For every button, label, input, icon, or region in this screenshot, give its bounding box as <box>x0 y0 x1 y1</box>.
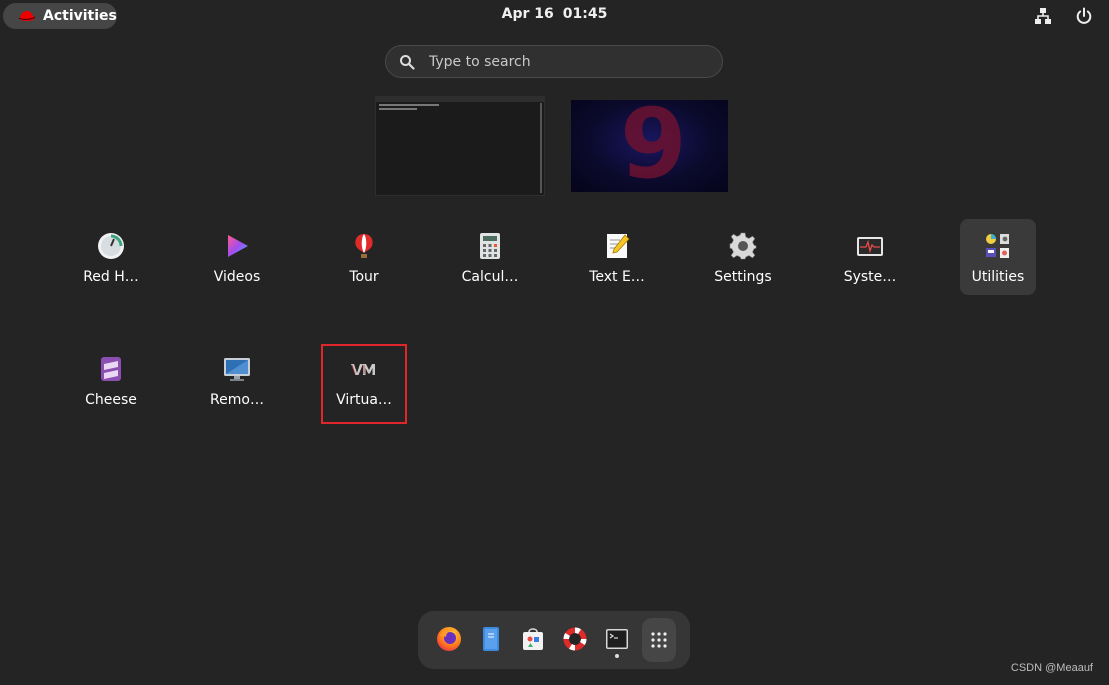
app-label: Remo… <box>210 392 264 408</box>
firefox-icon[interactable] <box>436 626 462 652</box>
app-label: Settings <box>714 269 772 285</box>
app-text-editor[interactable]: Text E… <box>579 219 655 295</box>
app-label: Utilities <box>971 269 1025 285</box>
app-system-monitor[interactable]: Syste… <box>832 219 908 295</box>
network-icon[interactable] <box>1034 7 1052 25</box>
app-tour[interactable]: Tour <box>326 219 402 295</box>
watermark: CSDN @Meaauf <box>1010 662 1093 674</box>
app-cheese[interactable]: Cheese <box>73 342 149 418</box>
text-editor-icon <box>607 234 630 258</box>
search-bar[interactable] <box>385 45 723 78</box>
app-folder-utilities[interactable]: Utilities <box>960 219 1036 295</box>
app-calculator[interactable]: Calcul… <box>452 219 528 295</box>
clock-time: 01:45 <box>562 6 608 22</box>
cheese-icon <box>101 357 121 381</box>
gear-icon <box>729 232 757 260</box>
terminal-line <box>379 108 417 110</box>
app-videos[interactable]: Videos <box>199 219 275 295</box>
app-red-hat[interactable]: Red H… <box>73 219 149 295</box>
search-input[interactable] <box>427 52 701 71</box>
show-apps-button[interactable] <box>642 618 676 662</box>
app-label: Tour <box>349 269 379 285</box>
app-label: Text E… <box>589 269 645 285</box>
workspace-thumbnail-terminal[interactable] <box>376 97 544 195</box>
help-icon[interactable] <box>562 626 588 652</box>
app-settings[interactable]: Settings <box>705 219 781 295</box>
top-bar: Activities Apr 16 01:45 <box>0 0 1109 32</box>
running-indicator <box>615 654 619 658</box>
app-label: Cheese <box>85 392 137 408</box>
utilities-folder-icon <box>986 234 1009 258</box>
videos-icon <box>228 235 248 257</box>
window-titlebar <box>376 97 544 102</box>
terminal-line <box>379 104 439 106</box>
red-hat-icon <box>98 233 124 259</box>
power-icon[interactable] <box>1074 6 1094 26</box>
highlight-box <box>321 344 407 424</box>
wallpaper-nine: 9 <box>620 100 687 192</box>
clock[interactable]: Apr 16 01:45 <box>0 6 1109 22</box>
dash <box>418 611 690 669</box>
clock-date: Apr 16 <box>501 6 554 22</box>
app-label: Syste… <box>843 269 897 285</box>
terminal-icon[interactable] <box>604 626 630 652</box>
app-grid-icon <box>651 632 667 648</box>
files-icon[interactable] <box>478 626 504 652</box>
app-label: Videos <box>213 269 261 285</box>
tour-icon <box>355 234 373 258</box>
workspace-thumbnail-desktop[interactable]: 9 <box>571 100 728 192</box>
app-label: Calcul… <box>461 269 519 285</box>
software-icon[interactable] <box>520 626 546 652</box>
window-scrollbar <box>540 103 542 193</box>
calculator-icon <box>480 233 500 259</box>
system-monitor-icon <box>857 237 883 256</box>
app-label: Red H… <box>83 269 139 285</box>
app-remote-desktop[interactable]: Remo… <box>199 342 275 418</box>
search-icon <box>400 54 415 70</box>
remote-desktop-icon <box>224 358 250 381</box>
